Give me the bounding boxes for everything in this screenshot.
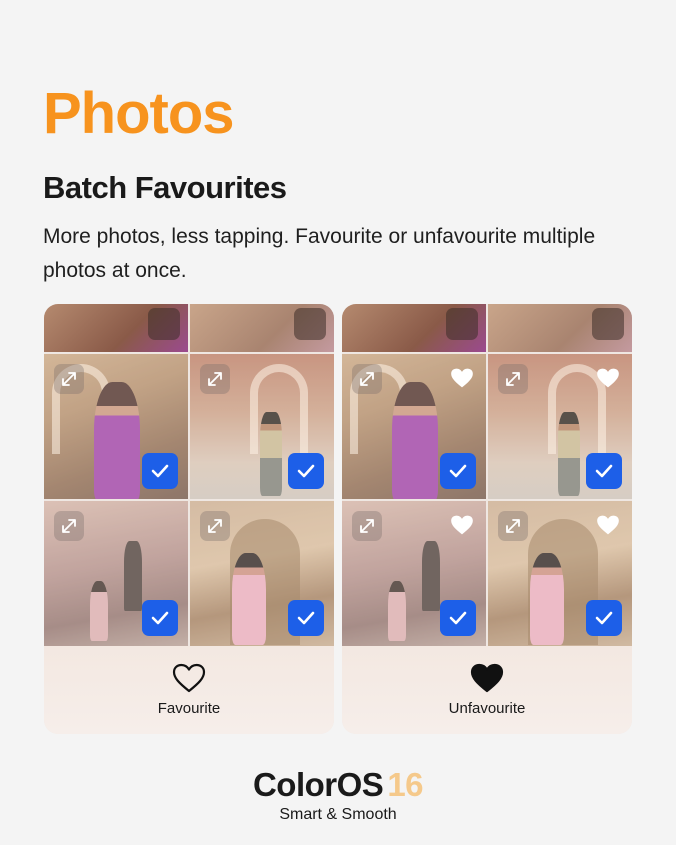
expand-icon[interactable] — [498, 364, 528, 394]
photo-grid — [342, 354, 632, 646]
expand-icon[interactable] — [54, 511, 84, 541]
heart-outline-icon — [172, 663, 206, 693]
app-title: Photos — [43, 81, 235, 146]
unfavourite-button[interactable]: Unfavourite — [342, 646, 632, 734]
photo-panel-unfavourite: Unfavourite — [342, 304, 632, 734]
photo-thumbnail[interactable] — [190, 354, 334, 499]
photo-thumbnail[interactable] — [44, 354, 188, 499]
photo-panel-favourite: Favourite — [44, 304, 334, 734]
heart-filled-icon — [594, 511, 622, 539]
photo-thumbnail[interactable] — [44, 304, 188, 352]
brand-footer: ColorOS 16 Smart & Smooth — [0, 766, 676, 824]
expand-icon[interactable] — [498, 511, 528, 541]
photo-row-partial — [44, 304, 334, 352]
checkbox-checked-icon[interactable] — [142, 600, 178, 636]
expand-icon[interactable] — [352, 511, 382, 541]
expand-icon[interactable] — [54, 364, 84, 394]
heart-filled-icon — [470, 663, 504, 693]
selection-box-icon[interactable] — [446, 308, 478, 340]
checkbox-checked-icon[interactable] — [288, 600, 324, 636]
photo-thumbnail[interactable] — [190, 304, 334, 352]
photo-thumbnail[interactable] — [190, 501, 334, 646]
checkbox-checked-icon[interactable] — [288, 453, 324, 489]
photo-thumbnail[interactable] — [488, 501, 632, 646]
heart-filled-icon — [448, 364, 476, 392]
selection-box-icon[interactable] — [294, 308, 326, 340]
photo-thumbnail[interactable] — [488, 304, 632, 352]
heart-filled-icon — [594, 364, 622, 392]
checkbox-checked-icon[interactable] — [586, 600, 622, 636]
feature-title: Batch Favourites — [43, 170, 287, 205]
favourite-label: Favourite — [157, 700, 221, 717]
photo-thumbnail[interactable] — [44, 501, 188, 646]
photo-thumbnail[interactable] — [342, 501, 486, 646]
brand-version: 16 — [387, 766, 424, 803]
expand-icon[interactable] — [200, 511, 230, 541]
photo-thumbnail[interactable] — [342, 354, 486, 499]
unfavourite-label: Unfavourite — [448, 700, 526, 717]
brand-name: ColorOS — [252, 766, 384, 803]
selection-box-icon[interactable] — [148, 308, 180, 340]
brand-tagline: Smart & Smooth — [279, 806, 397, 823]
photo-row-partial — [342, 304, 632, 352]
expand-icon[interactable] — [352, 364, 382, 394]
coloros-logo: ColorOS 16 — [0, 766, 676, 804]
checkbox-checked-icon[interactable] — [586, 453, 622, 489]
expand-icon[interactable] — [200, 364, 230, 394]
favourite-button[interactable]: Favourite — [44, 646, 334, 734]
checkbox-checked-icon[interactable] — [142, 453, 178, 489]
photo-thumbnail[interactable] — [342, 304, 486, 352]
checkbox-checked-icon[interactable] — [440, 453, 476, 489]
photo-grid — [44, 354, 334, 646]
checkbox-checked-icon[interactable] — [440, 600, 476, 636]
selection-box-icon[interactable] — [592, 308, 624, 340]
heart-filled-icon — [448, 511, 476, 539]
photo-thumbnail[interactable] — [488, 354, 632, 499]
feature-description: More photos, less tapping. Favourite or … — [43, 225, 596, 282]
